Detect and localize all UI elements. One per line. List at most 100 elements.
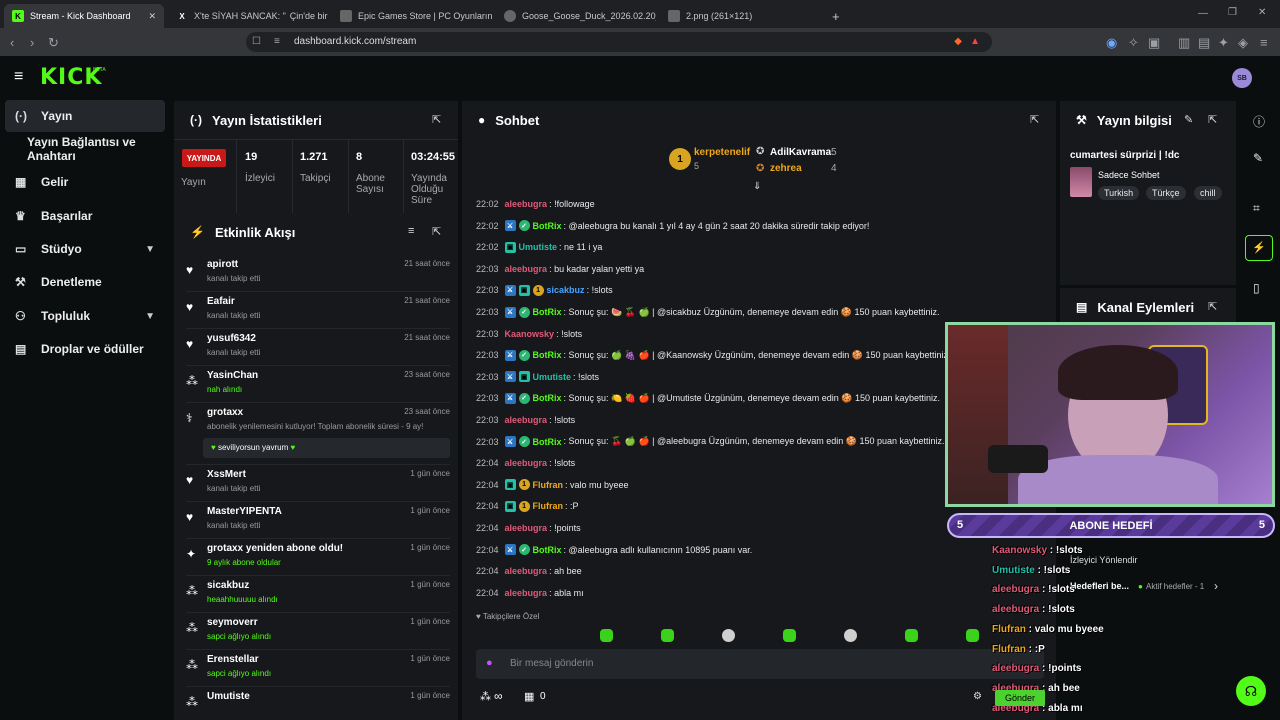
chat-username[interactable]: BotRix — [533, 307, 562, 317]
tag[interactable]: chill — [1194, 186, 1222, 200]
popout-icon[interactable]: ⇱ — [432, 113, 441, 126]
activity-item[interactable]: ⁂ Umutiste 1 gün önce — [186, 689, 450, 720]
crop-icon[interactable]: ⌗ — [1253, 201, 1260, 216]
emote-icon[interactable] — [722, 629, 735, 642]
bolt-icon[interactable]: ⚡ — [1245, 235, 1273, 261]
vpn-icon[interactable]: ◈ — [1238, 35, 1248, 51]
chat-message[interactable]: 22:04 ▣ 1 Flufran: :P — [476, 498, 579, 514]
edit-pencil-icon[interactable]: ✎ — [1184, 113, 1193, 126]
reading-icon[interactable]: ▤ — [1198, 35, 1210, 51]
chat-message[interactable]: 22:04 ⚔ ✓ BotRix: @aleebugra adlı kullanıcı… — [476, 542, 752, 558]
category-thumbnail[interactable] — [1070, 167, 1092, 197]
document-icon[interactable]: ▯ — [1253, 281, 1260, 295]
chat-message[interactable]: 22:02 ▣ Umutiste: ne 11 i ya — [476, 239, 602, 255]
emote-icon[interactable] — [905, 629, 918, 642]
audio-icon[interactable]: ◉ — [1106, 35, 1117, 51]
tab-image[interactable]: 2.png (261×121) — [660, 4, 820, 28]
close-tab-icon[interactable]: ✕ — [148, 11, 156, 22]
microphone-icon[interactable]: ● — [486, 657, 493, 669]
category-name[interactable]: Sadece Sohbet — [1098, 170, 1160, 180]
goals-label[interactable]: Hedefleri be... — [1070, 581, 1129, 591]
activity-item[interactable]: ⁂ seymoverr sapci ağlıyo alındı 1 gün önce — [186, 615, 450, 652]
chat-message[interactable]: 22:04 aleebugra: ah bee — [476, 563, 582, 579]
chat-username[interactable]: aleebugra — [505, 566, 548, 576]
chat-message[interactable]: 22:03 ⚔ ▣ 1 sicakbuz: !slots — [476, 282, 613, 298]
chat-message[interactable]: 22:03 ⚔ ▣ Umutiste: !slots — [476, 369, 599, 385]
bookmark-icon[interactable]: ☐ — [252, 32, 261, 52]
emote-icon[interactable] — [661, 629, 674, 642]
activity-item[interactable]: ⚕ grotaxx abonelik yenilemesini kutluyor! … — [186, 405, 450, 467]
site-info-icon[interactable]: ≡ — [274, 32, 280, 52]
chat-username[interactable]: BotRix — [533, 437, 562, 447]
chat-username[interactable]: Kaanowsky — [505, 329, 555, 339]
info-icon[interactable]: ⓘ — [1253, 113, 1265, 130]
activity-item[interactable]: ♥ XssMert kanalı takip etti 1 gün önce — [186, 467, 450, 504]
chat-username[interactable]: BotRix — [533, 393, 562, 403]
edit-pencil-icon[interactable]: ✎ — [1253, 151, 1263, 165]
sidebar-item-basarilar[interactable]: ♛ Başarılar — [5, 200, 165, 232]
emote-icon[interactable] — [783, 629, 796, 642]
support-chat-icon[interactable]: ☊ — [1236, 676, 1266, 706]
chat-username[interactable]: aleebugra — [505, 264, 548, 274]
activity-item[interactable]: ♥ MasterYIPENTA kanalı takip etti 1 gün önc… — [186, 504, 450, 541]
chat-username[interactable]: aleebugra — [505, 199, 548, 209]
activity-item[interactable]: ✦ grotaxx yeniden abone oldu! 9 aylık abon… — [186, 541, 450, 578]
activity-item[interactable]: ♥ yusuf6342 kanalı takip etti 21 saat önce — [186, 331, 450, 368]
chat-username[interactable]: Umutiste — [519, 242, 558, 252]
leader-1-name[interactable]: kerpetenelif — [694, 147, 750, 158]
activity-item[interactable]: ⁂ YasinChan nah alındı 23 saat önce — [186, 368, 450, 405]
tag[interactable]: Türkçe — [1146, 186, 1186, 200]
chat-username[interactable]: sicakbuz — [547, 285, 585, 295]
chat-username[interactable]: aleebugra — [505, 415, 548, 425]
sidebar-item-stream-key[interactable]: Yayın Bağlantısı ve Anahtarı — [17, 133, 172, 165]
chat-message[interactable]: 22:02 ⚔ ✓ BotRix: @aleebugra bu kanalı 1 yı… — [476, 218, 869, 234]
sidebar-item-studyo[interactable]: ▭ Stüdyo ▼ — [5, 233, 165, 265]
forward-icon[interactable]: › — [30, 35, 34, 50]
hamburger-menu-icon[interactable]: ≡ — [14, 68, 23, 86]
gift-icon[interactable]: ⁂ — [480, 690, 491, 703]
chat-message[interactable]: 22:04 aleebugra: !points — [476, 520, 581, 536]
chat-message[interactable]: 22:03 ⚔ ✓ BotRix: Sonuç şu: 🍒 🍏 🍎 | @aleebu… — [476, 434, 945, 450]
ai-icon[interactable]: ✦ — [1218, 35, 1229, 51]
chat-message[interactable]: 22:04 aleebugra: !slots — [476, 455, 575, 471]
minimize-icon[interactable]: — — [1198, 8, 1208, 19]
chat-message[interactable]: 22:02 aleebugra: !followage — [476, 196, 595, 212]
activity-item[interactable]: ⁂ Erenstellar sapci ağlıyo alındı 1 gün önc… — [186, 652, 450, 689]
tab-x[interactable]: X X'te SİYAH SANCAK: " Çin'de bir ç — [168, 4, 328, 28]
sidebar-item-topluluk[interactable]: ⚇ Topluluk ▼ — [5, 300, 165, 332]
chat-message[interactable]: 22:03 aleebugra: !slots — [476, 412, 575, 428]
activity-item[interactable]: ♥ apirott kanalı takip etti 21 saat önce — [186, 257, 450, 294]
chat-message[interactable]: 22:03 Kaanowsky: !slots — [476, 326, 582, 342]
chat-username[interactable]: Umutiste — [533, 372, 572, 382]
points-icon[interactable]: ▦ — [524, 690, 534, 703]
popout-icon[interactable]: ⇱ — [432, 225, 441, 238]
emote-icon[interactable] — [966, 629, 979, 642]
expand-icon[interactable]: ⇓ — [753, 181, 761, 192]
chat-message[interactable]: 22:03 ⚔ ✓ BotRix: Sonuç şu: 🍉 🍒 🍏 | @sicakb… — [476, 304, 940, 320]
tab-goose-duck[interactable]: Goose_Goose_Duck_2026.02.20_-_22 — [496, 4, 656, 28]
new-tab-button[interactable]: + — [824, 4, 848, 28]
wallet-icon[interactable]: ▣ — [1148, 35, 1160, 51]
leader-3-name[interactable]: zehrea — [770, 163, 802, 174]
sidebar-item-droplar[interactable]: ▤ Droplar ve ödüller — [5, 333, 165, 365]
sidebar-item-yayin[interactable]: (·) Yayın — [5, 100, 165, 132]
close-window-icon[interactable]: ✕ — [1258, 7, 1266, 18]
chat-message[interactable]: 22:04 ▣ 1 Flufran: valo mu byeee — [476, 477, 629, 493]
sidebar-item-denetleme[interactable]: ⚒ Denetleme — [5, 266, 165, 298]
viewer-redirect-label[interactable]: İzleyici Yönlendir — [1070, 555, 1137, 565]
activity-item[interactable]: ⁂ sicakbuz heaahhuuuuu alındı 1 gün önce — [186, 578, 450, 615]
sidebar-item-gelir[interactable]: ▦ Gelir — [5, 166, 165, 198]
leader-2-name[interactable]: AdilKavrama — [770, 147, 831, 158]
popout-icon[interactable]: ⇱ — [1208, 113, 1217, 126]
chat-username[interactable]: Flufran — [533, 501, 564, 511]
extensions-icon[interactable]: ✧ — [1128, 35, 1139, 51]
chat-input[interactable]: ● Bir mesaj gönderin — [476, 649, 1044, 679]
menu-icon[interactable]: ≡ — [1260, 35, 1268, 50]
chevron-right-icon[interactable]: › — [1214, 579, 1218, 593]
chat-message[interactable]: 22:03 ⚔ ✓ BotRix: Sonuç şu: 🍋 🍓 🍎 | @Umutis… — [476, 390, 940, 406]
popout-icon[interactable]: ⇱ — [1030, 113, 1039, 126]
maximize-icon[interactable]: ❐ — [1228, 7, 1237, 18]
chat-message[interactable]: 22:03 ⚔ ✓ BotRix: Sonuç şu: 🍏 🍇 🍎 | @Kaanow… — [476, 347, 951, 363]
filter-icon[interactable]: ≡ — [408, 225, 414, 237]
brave-shield-icon[interactable]: ◆ — [954, 32, 962, 52]
